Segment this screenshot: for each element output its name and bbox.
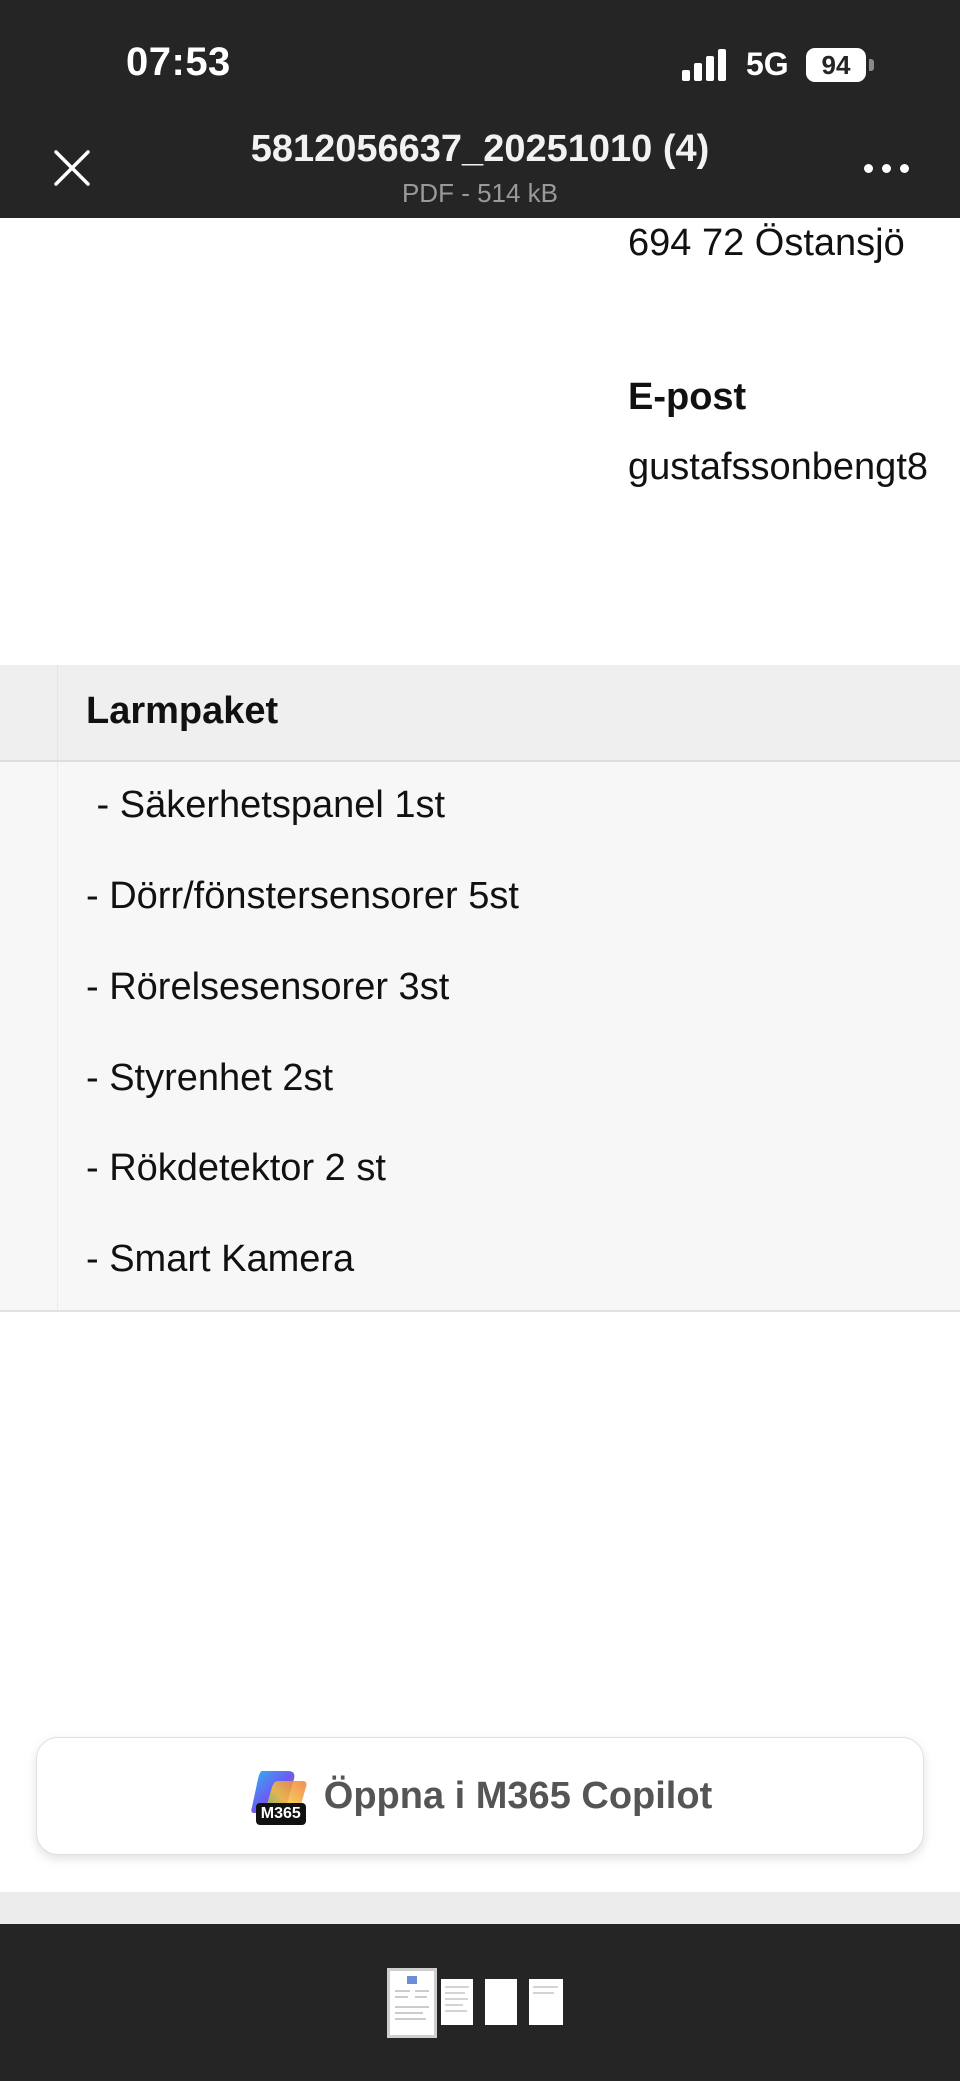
package-item: - Rörelsesensorer 3st [86,966,450,1008]
page-thumbnail-1[interactable] [387,1968,437,2038]
package-item: - Dörr/fönstersensorer 5st [86,875,519,917]
email-value: gustafssonbengt8 [628,446,929,488]
more-options-button[interactable] [858,148,914,188]
m365-badge: M365 [255,1803,306,1825]
battery-level: 94 [806,48,866,82]
table-divider [57,665,58,760]
open-in-copilot-button[interactable]: M365 Öppna i M365 Copilot [36,1737,924,1855]
document-title: 5812056637_20251010 (4) [250,128,710,170]
package-item: - Säkerhetspanel 1st [86,784,446,826]
content-footer-band [0,1892,960,1924]
package-table-body: - Säkerhetspanel 1st - Dörr/fönstersenso… [0,762,960,1312]
battery-nub [869,59,874,71]
top-bar: 07:53 5G 94 5812056637_20251010 (4) PDF … [0,0,960,218]
document-subtitle: PDF - 514 kB [401,178,559,208]
email-label: E-post [628,376,747,418]
table-divider [57,762,58,1310]
page-thumbnail-4[interactable] [529,1979,563,2025]
package-item: - Styrenhet 2st [86,1057,334,1099]
status-time: 07:53 [126,40,231,84]
more-dot-icon [881,163,891,173]
network-type: 5G [746,46,789,82]
battery-icon: 94 [806,48,878,82]
page-thumbnail-2[interactable] [441,1979,473,2025]
more-dot-icon [899,163,909,173]
thumbnail-page-icon [445,1986,469,2012]
cellular-signal-icon [682,49,726,81]
package-title: Larmpaket [86,690,279,732]
page-thumbnail-bar [0,1924,960,2081]
copilot-icon: M365 [248,1765,310,1827]
package-table-header: Larmpaket [0,665,960,762]
package-item: - Rökdetektor 2 st [86,1147,386,1189]
package-item: - Smart Kamera [86,1238,355,1280]
more-dot-icon [863,163,873,173]
copilot-button-label: Öppna i M365 Copilot [323,1774,713,1817]
thumbnail-page-icon [395,1976,429,2020]
thumbnail-page-icon [533,1986,558,1994]
address-line: 694 72 Östansjö [628,222,905,264]
page-thumbnail-3[interactable] [485,1979,517,2025]
